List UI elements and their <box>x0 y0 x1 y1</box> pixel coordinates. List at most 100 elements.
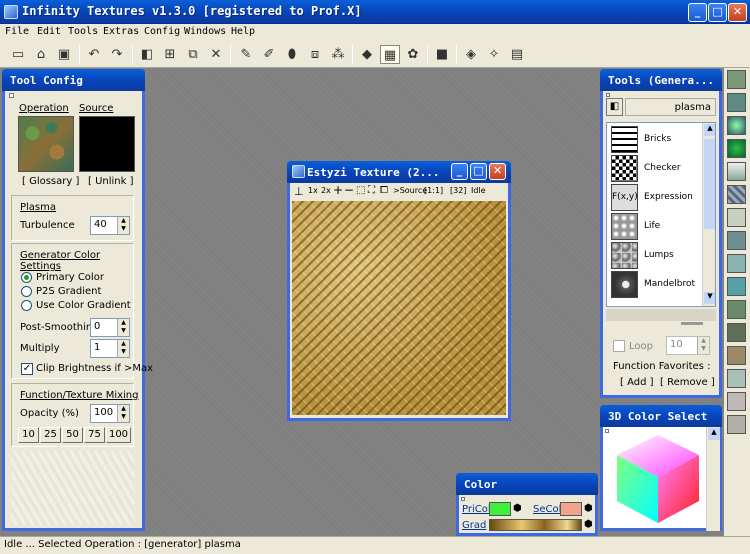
anchor-icon[interactable]: ⊥ <box>294 185 304 198</box>
preset-thumbnail[interactable] <box>727 277 746 296</box>
menu-config[interactable]: Config <box>144 26 180 37</box>
list-item[interactable]: Checker <box>610 154 710 183</box>
post-smoothing-spinner[interactable]: 0 ▲ ▼ <box>90 318 130 337</box>
zoom-out-button[interactable]: − <box>344 183 354 197</box>
menu-help[interactable]: Help <box>231 26 255 37</box>
mixer-icon[interactable]: ✿ <box>403 45 423 64</box>
menu-windows[interactable]: Windows <box>184 26 226 37</box>
preset-thumbnail[interactable] <box>727 208 746 227</box>
stamp-icon[interactable]: ◧ <box>137 45 157 64</box>
opacity-preset-100[interactable]: 100 <box>106 427 131 443</box>
opacity-spinner[interactable]: 100 ▲ ▼ <box>90 404 130 423</box>
secondary-color-swatch[interactable] <box>560 502 582 516</box>
tool-config-title[interactable]: Tool Config <box>2 69 145 91</box>
texture-maximize-button[interactable]: □ <box>470 163 487 180</box>
fill-icon[interactable]: ◆ <box>357 45 377 64</box>
ratio-button[interactable]: [1:1] <box>424 186 443 195</box>
texture-minimize-button[interactable]: _ <box>451 163 468 180</box>
zoom-in-button[interactable]: + <box>333 183 343 197</box>
brush-icon[interactable]: ✎ <box>236 45 256 64</box>
crop-icon[interactable]: ⧠ <box>380 185 388 196</box>
list-item[interactable]: Lumps <box>610 241 710 270</box>
opacity-preset-25[interactable]: 25 <box>40 427 61 443</box>
preset-thumbnail[interactable] <box>727 116 746 135</box>
opacity-preset-50[interactable]: 50 <box>62 427 83 443</box>
list-item[interactable]: Mandelbrot <box>610 270 710 299</box>
primary-color-swatch[interactable] <box>489 502 511 516</box>
dock-handle[interactable] <box>9 93 14 98</box>
zoom-1x-button[interactable]: 1x <box>308 186 318 195</box>
scroll-up-icon[interactable]: ▲ <box>704 124 715 136</box>
zoom-2x-button[interactable]: 2x <box>321 186 331 195</box>
preset-thumbnail[interactable] <box>727 93 746 112</box>
multiply-spinner[interactable]: 1 ▲ ▼ <box>90 339 130 358</box>
cube-icon[interactable]: ⬢ <box>584 519 593 530</box>
use-gradient-radio[interactable] <box>21 300 32 311</box>
add-favorite-button[interactable]: [ Add ] <box>620 377 654 388</box>
preset-thumbnail[interactable] <box>727 346 746 365</box>
secol-label[interactable]: SeCol <box>533 504 561 515</box>
undo-icon[interactable]: ↶ <box>84 45 104 64</box>
list-hscrollbar[interactable] <box>606 309 716 321</box>
3d-layer-icon[interactable]: ◈ <box>461 45 481 64</box>
source-preview[interactable] <box>79 116 135 172</box>
p2s-gradient-radio[interactable] <box>21 286 32 297</box>
grad-label[interactable]: Grad <box>462 520 486 531</box>
remove-favorite-button[interactable]: [ Remove ] <box>660 377 715 388</box>
preset-thumbnail[interactable] <box>727 415 746 434</box>
gradient-swatch[interactable] <box>489 519 582 531</box>
preset-thumbnail[interactable] <box>727 185 746 204</box>
preset-thumbnail[interactable] <box>727 231 746 250</box>
preset-thumbnail[interactable] <box>727 254 746 273</box>
loop-spinner[interactable]: 10 ▲ ▼ <box>666 336 710 355</box>
open-folder-icon[interactable]: ⌂ <box>31 45 51 64</box>
preset-thumbnail[interactable] <box>727 323 746 342</box>
color-select-title[interactable]: 3D Color Select <box>600 405 722 427</box>
color-window-title[interactable]: Color <box>456 473 598 495</box>
grid-icon[interactable]: ⁂ <box>328 45 348 64</box>
preset-thumbnail[interactable] <box>727 162 746 181</box>
pricol-label[interactable]: PriCol <box>462 504 491 515</box>
new-file-icon[interactable]: ▭ <box>8 45 28 64</box>
redo-icon[interactable]: ↷ <box>107 45 127 64</box>
scroll-down-icon[interactable]: ▼ <box>704 292 715 304</box>
menu-file[interactable]: File <box>5 26 29 37</box>
preset-thumbnail[interactable] <box>727 300 746 319</box>
list-item[interactable]: Bricks <box>610 125 710 154</box>
opacity-preset-75[interactable]: 75 <box>84 427 105 443</box>
eraser-icon[interactable]: ⬮ <box>282 45 302 64</box>
tool-list-scrollbar[interactable]: ▲ ▼ <box>702 123 715 306</box>
preset-thumbnail[interactable] <box>727 139 746 158</box>
primary-color-radio[interactable] <box>21 272 32 283</box>
texture-canvas[interactable] <box>292 201 506 415</box>
clip-brightness-checkbox[interactable]: ✓ <box>21 363 33 375</box>
list-splitter[interactable] <box>681 322 703 325</box>
layers-icon[interactable]: ⧈ <box>305 45 325 64</box>
tools-window-title[interactable]: Tools (Genera... <box>600 69 722 91</box>
opacity-preset-10[interactable]: 10 <box>18 427 39 443</box>
operation-link[interactable]: [ Glossary ] <box>22 176 79 187</box>
generator-icon[interactable]: ▦ <box>380 45 400 64</box>
source-link[interactable]: [ Unlink ] <box>88 176 134 187</box>
fit-icon[interactable]: ⛶ <box>368 185 375 196</box>
size-button[interactable]: [32] <box>450 186 466 195</box>
loop-checkbox[interactable] <box>613 340 625 352</box>
window-icon[interactable]: ▤ <box>507 45 527 64</box>
minimize-button[interactable]: _ <box>688 3 707 22</box>
scroll-thumb[interactable] <box>704 139 715 229</box>
delete-icon[interactable]: ✕ <box>206 45 226 64</box>
cube-icon[interactable]: ⬢ <box>513 503 522 514</box>
menu-edit[interactable]: Edit <box>37 26 61 37</box>
source-button[interactable]: >Source <box>393 186 427 195</box>
list-item[interactable]: F(x,y) Expression <box>610 183 710 212</box>
current-tool[interactable]: plasma <box>625 98 716 116</box>
preset-thumbnail[interactable] <box>727 70 746 89</box>
duplicate-icon[interactable]: ⧉ <box>183 45 203 64</box>
scroll-up-icon[interactable]: ▲ <box>708 428 720 440</box>
save-icon[interactable]: ▣ <box>54 45 74 64</box>
pen-icon[interactable]: ✐ <box>259 45 279 64</box>
preset-thumbnail[interactable] <box>727 392 746 411</box>
tool-select-icon[interactable]: ◧ <box>606 98 623 116</box>
turbulence-spinner[interactable]: 40 ▲ ▼ <box>90 216 130 235</box>
tiles-icon[interactable]: ⊞ <box>160 45 180 64</box>
